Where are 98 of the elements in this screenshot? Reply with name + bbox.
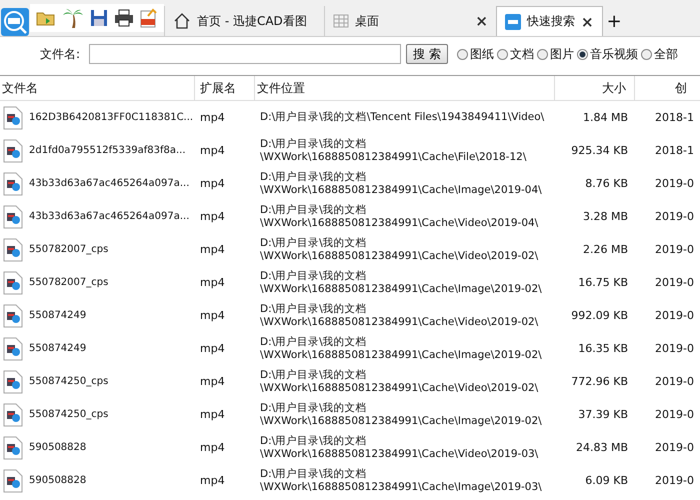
new-tab-button[interactable]: + (602, 11, 626, 36)
pdf-export-icon[interactable] (140, 8, 158, 28)
close-tab-button[interactable]: × (475, 12, 488, 30)
table-cell-text: 2019-0 (654, 276, 695, 289)
filter-radio[interactable]: 图片 (536, 46, 574, 62)
table-cell-text: mp4 (199, 210, 226, 223)
save-icon[interactable] (90, 9, 108, 27)
table-cell-text: D:\用户目录\我的文档 \WXWork\1688850812384991\Cache\Image\2019-04\ (259, 170, 543, 196)
palm-tree-icon[interactable] (62, 7, 84, 29)
video-file-icon (3, 238, 23, 262)
video-file-icon (3, 138, 23, 162)
video-file-icon (3, 106, 23, 130)
table-cell: 43b33d63a67ac465264a097a... (29, 211, 190, 222)
table-cell-text: 2019-0 (654, 342, 695, 355)
table-cell-text: 2018-1 (654, 144, 695, 157)
table-cell-text: D:\用户目录\我的文档 \WXWork\1688850812384991\Cache\Video\2019-03\ (259, 434, 540, 460)
table-cell-text: 6.09 KB (584, 474, 629, 487)
table-cell-text: D:\用户目录\我的文档 \WXWork\1688850812384991\Cache\Video\2019-02\ (259, 368, 540, 394)
table-cell-text: 16.35 KB (577, 342, 629, 355)
search-button[interactable]: 搜 索 (406, 44, 448, 64)
table-cell-text: mp4 (199, 342, 226, 355)
column-header[interactable]: 文件名 (0, 76, 195, 100)
video-file-icon (3, 304, 23, 328)
table-cell-text: mp4 (199, 441, 226, 454)
table-cell-text: 2.26 MB (582, 243, 629, 256)
table-cell-text: 8.76 KB (584, 177, 629, 190)
column-header[interactable]: 文件位置 (255, 76, 555, 100)
table-cell-text: D:\用户目录\我的文档 \WXWork\1688850812384991\Cache\Video\2019-02\ (259, 302, 540, 328)
video-file-icon (3, 370, 23, 394)
table-cell-text: D:\用户目录\我的文档 \WXWork\1688850812384991\Cache\Image\2019-02\ (259, 402, 543, 428)
table-cell-text: D:\用户目录\我的文档 \WXWork\1688850812384991\Cache\Video\2019-02\ (259, 236, 540, 262)
table-cell-text: mp4 (199, 375, 226, 388)
search-field[interactable] (89, 44, 402, 64)
table-cell-text: D:\用户目录\我的文档 \WXWork\1688850812384991\Cache\Image\2019-02\ (259, 336, 543, 362)
table-cell-text: 16.75 KB (577, 276, 629, 289)
filter-radio[interactable]: 图纸 (456, 46, 494, 62)
grid-icon (333, 14, 349, 28)
column-header[interactable]: 创 (635, 76, 700, 100)
tab[interactable]: 首页 - 迅捷CAD看图 (164, 6, 324, 36)
search-label: 文件名: (40, 46, 80, 62)
column-header[interactable]: 扩展名 (195, 76, 255, 100)
table-cell-text: mp4 (199, 243, 226, 256)
filter-radio[interactable]: 音乐视频 (576, 46, 638, 62)
video-file-icon (3, 402, 23, 426)
table-cell-text: D:\用户目录\我的文档 \WXWork\1688850812384991\Cache\Image\2019-03\ (259, 468, 543, 494)
table-cell-text: 2019-0 (654, 243, 695, 256)
table-cell-text: mp4 (199, 276, 226, 289)
table-cell: 550782007_cps (29, 244, 108, 255)
video-file-icon (3, 468, 23, 492)
table-cell-text: mp4 (199, 474, 226, 487)
table-cell: 550874250_cps (29, 409, 108, 420)
cad-icon (505, 14, 521, 30)
table-cell-text: 2018-1 (654, 111, 695, 124)
table-cell-text: mp4 (199, 309, 226, 322)
table-cell-text: 2019-0 (654, 375, 695, 388)
table-cell-text: 992.09 KB (570, 309, 629, 322)
video-file-icon (3, 270, 23, 294)
video-file-icon (3, 204, 23, 228)
table-cell-text: 2019-0 (654, 177, 695, 190)
table-cell-text: D:\用户目录\我的文档 \WXWork\1688850812384991\Cache\File\2018-12\ (259, 138, 528, 164)
table-cell-text: mp4 (199, 408, 226, 421)
filter-radio[interactable]: 全部 (640, 46, 678, 62)
table-cell-text: 2019-0 (654, 408, 695, 421)
table-cell: 590508828 (29, 475, 86, 486)
app-logo-icon[interactable] (0, 7, 30, 37)
table-cell: 550874249 (29, 343, 86, 354)
table-cell-text: 37.39 KB (577, 408, 629, 421)
table-cell-text: 2019-0 (654, 441, 695, 454)
table-cell: 43b33d63a67ac465264a097a... (29, 178, 190, 189)
table-cell: 590508828 (29, 442, 86, 453)
table-cell-text: D:\用户目录\我的文档\Tencent Files\1943849411\Video\ (259, 111, 546, 124)
house-icon (173, 12, 191, 30)
close-tab-button[interactable]: × (581, 12, 594, 30)
column-header[interactable]: 大小 (555, 76, 635, 100)
table-cell-text: 3.28 MB (582, 210, 629, 223)
video-file-icon (3, 436, 23, 460)
table-cell: 550782007_cps (29, 277, 108, 288)
table-cell-text: mp4 (199, 177, 226, 190)
table-cell: 162D3B6420813FF0C118381C... (29, 112, 194, 123)
table-cell-text: 772.96 KB (570, 375, 629, 388)
printer-icon[interactable] (114, 9, 134, 27)
table-cell-text: 24.83 MB (574, 441, 629, 454)
table-cell-text: D:\用户目录\我的文档 \WXWork\1688850812384991\Cache\Image\2019-02\ (259, 270, 543, 296)
table-cell-text: mp4 (199, 111, 226, 124)
filter-radio[interactable]: 文档 (496, 46, 534, 62)
table-cell-text: 2019-0 (654, 474, 695, 487)
tab[interactable]: 快速搜索 × (496, 6, 603, 36)
table-cell: 2d1fd0a795512f5339af83f8a... (29, 145, 186, 156)
table-cell-text: mp4 (199, 144, 226, 157)
table-cell-text: 1.84 MB (582, 111, 629, 124)
video-file-icon (3, 172, 23, 196)
table-cell-text: 2019-0 (654, 210, 695, 223)
table-cell-text: 2019-0 (654, 309, 695, 322)
table-cell-text: 925.34 KB (570, 144, 629, 157)
table-cell: 550874249 (29, 310, 86, 321)
table-cell-text: D:\用户目录\我的文档 \WXWork\1688850812384991\Cache\Video\2019-04\ (259, 204, 540, 230)
video-file-icon (3, 336, 23, 360)
table-cell: 550874250_cps (29, 376, 108, 387)
